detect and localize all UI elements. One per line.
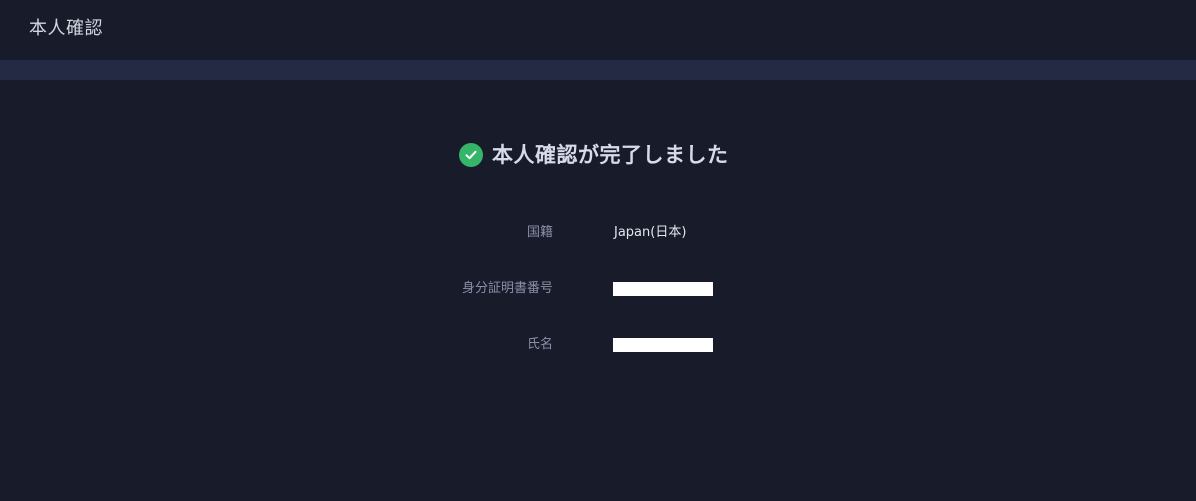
check-circle-icon [459,143,483,167]
id-number-label: 身分証明書番号 [461,281,553,296]
nationality-value: Japan(日本) [614,225,687,240]
nationality-label: 国籍 [526,225,553,240]
detail-row-nationality: 国籍 Japan(日本) [0,222,1196,246]
page-title: 本人確認 [29,18,103,39]
full-name-redaction [613,338,713,352]
id-number-redaction [613,282,713,296]
detail-row-id-number: 身分証明書番号 [0,278,1196,302]
status-message: 本人確認が完了しました [492,143,729,167]
header-divider-band [0,60,1196,80]
page-header: 本人確認 [0,0,1196,60]
verification-status: 本人確認が完了しました [459,140,729,170]
full-name-label: 氏名 [526,337,553,352]
detail-row-full-name: 氏名 [0,334,1196,358]
